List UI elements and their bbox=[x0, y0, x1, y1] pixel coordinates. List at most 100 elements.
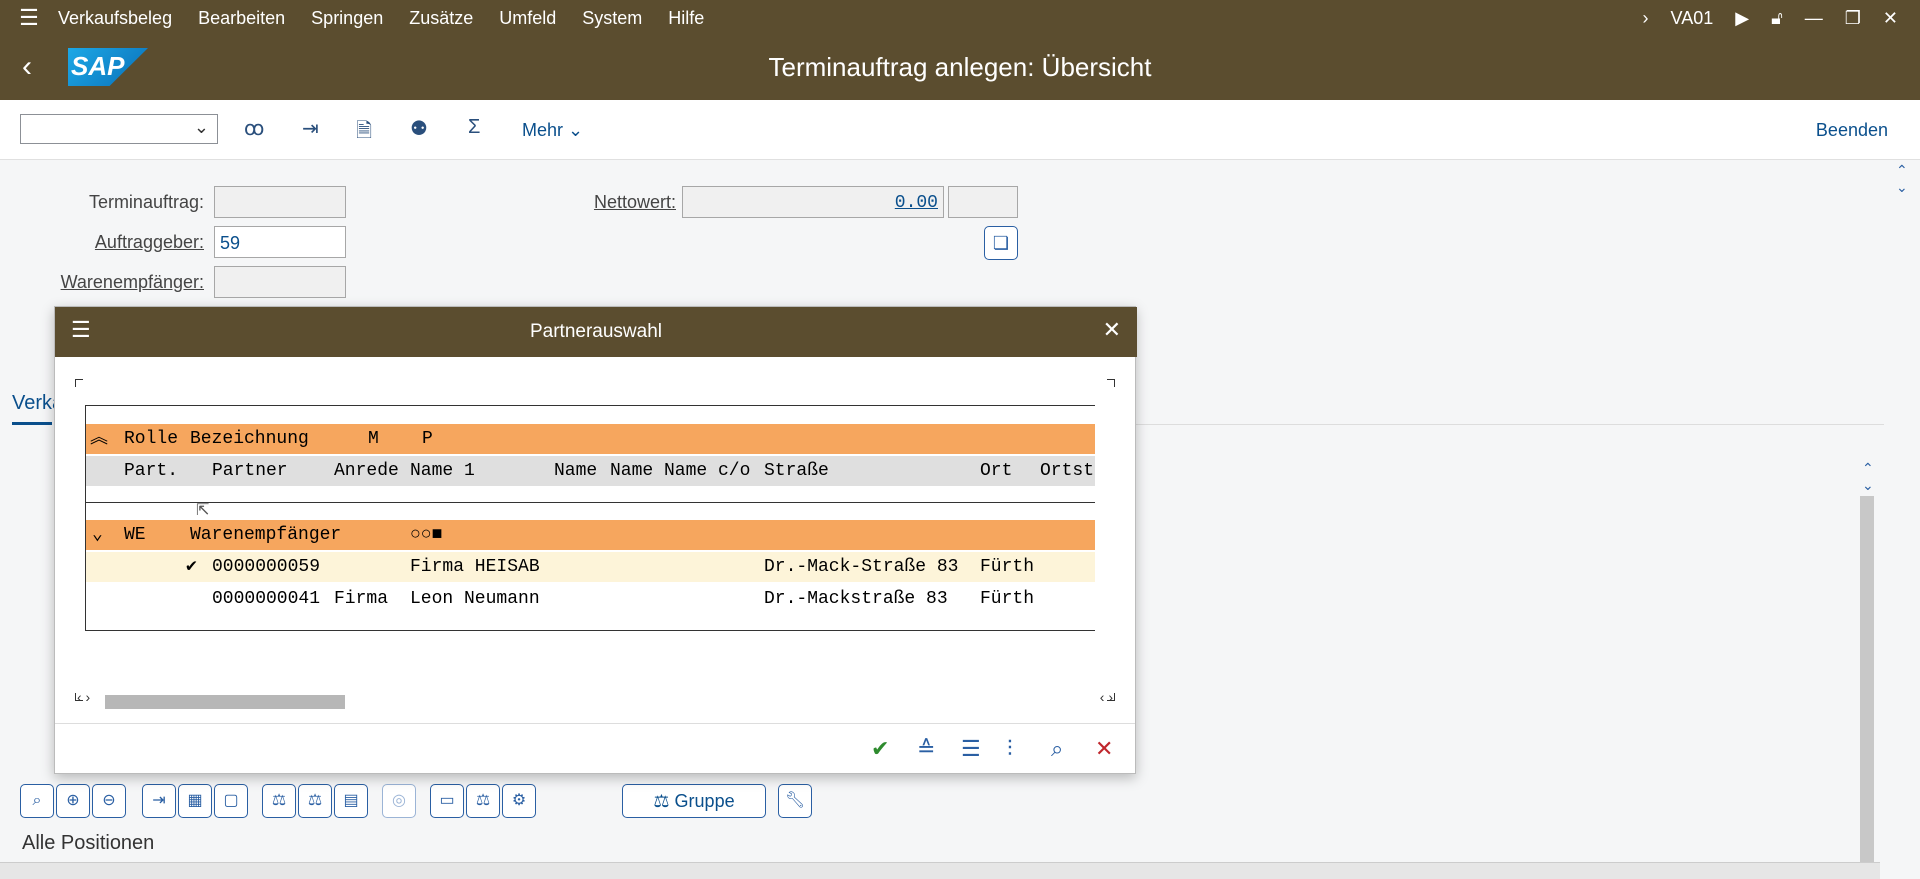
glasses-icon[interactable]: ꝏ bbox=[244, 116, 264, 141]
warenempfaenger-field[interactable] bbox=[214, 266, 346, 298]
col-name1: Name 1 bbox=[410, 461, 475, 481]
display-icon[interactable]: ▭ bbox=[430, 784, 464, 818]
scroll-updown-icon[interactable]: ⌃ ⌄ bbox=[1862, 460, 1874, 494]
nettowert-label: Nettowert: bbox=[593, 192, 676, 212]
condition-multi-icon[interactable]: ⚖ bbox=[298, 784, 332, 818]
indent-icon[interactable]: ⇥ bbox=[142, 784, 176, 818]
sort-icon[interactable]: ⫶ bbox=[1007, 736, 1013, 762]
scroll-left-right-icon[interactable]: ‹ › bbox=[77, 689, 90, 705]
unlock-icon[interactable]: 🔓︎ bbox=[1771, 8, 1783, 29]
close-window-icon[interactable]: ✕ bbox=[1883, 8, 1898, 29]
chevron-down-icon[interactable]: ⌄ bbox=[92, 520, 103, 550]
terminauftrag-field[interactable] bbox=[214, 186, 346, 218]
sum-icon[interactable]: Σ bbox=[468, 116, 480, 139]
menu-system[interactable]: System bbox=[582, 8, 642, 29]
partner-row[interactable]: 0000000041 Firma Leon Neumann Dr.-Mackst… bbox=[86, 584, 1095, 614]
scroll-updown-icon[interactable]: ⌃ ⌄ bbox=[1896, 162, 1908, 196]
command-field[interactable]: ⌄ bbox=[20, 114, 218, 144]
cancel-icon[interactable]: ✕ bbox=[1095, 736, 1113, 762]
chevron-right-icon[interactable]: › bbox=[1643, 8, 1649, 29]
title-bar: ‹ SAP Terminauftrag anlegen: Übersicht bbox=[0, 36, 1920, 100]
currency-field bbox=[948, 186, 1018, 218]
page-title: Terminauftrag anlegen: Übersicht bbox=[768, 52, 1152, 82]
group-row-we[interactable]: ⌄ WE Warenempfänger ○○■ bbox=[86, 520, 1095, 550]
menu-zusaetze[interactable]: Zusätze bbox=[409, 8, 473, 29]
settings-icon[interactable]: ⚙ bbox=[502, 784, 536, 818]
collapse-icon[interactable]: ≙ bbox=[917, 736, 935, 762]
details-icon[interactable]: ⌕ bbox=[20, 784, 54, 818]
menu-springen[interactable]: Springen bbox=[311, 8, 383, 29]
partner-city: Fürth bbox=[980, 589, 1035, 609]
auftraggeber-label: Auftraggeber: bbox=[94, 232, 204, 252]
maximize-icon[interactable]: ❐ bbox=[1845, 8, 1861, 29]
play-icon[interactable]: ▶ bbox=[1735, 8, 1749, 29]
dialog-close-icon[interactable]: ✕ bbox=[1103, 317, 1121, 343]
confirm-icon[interactable]: ✔ bbox=[871, 736, 889, 762]
select-all-icon[interactable]: ▦ bbox=[178, 784, 212, 818]
deselect-all-icon[interactable]: ▢ bbox=[214, 784, 248, 818]
checkmark-icon: ✔ bbox=[186, 557, 197, 577]
collapse-all-icon[interactable]: ︽ bbox=[90, 424, 108, 454]
remove-icon[interactable]: ⊖ bbox=[92, 784, 126, 818]
corner-mark bbox=[1107, 379, 1115, 387]
col-name3: Name bbox=[610, 461, 654, 481]
menu-hilfe[interactable]: Hilfe bbox=[668, 8, 704, 29]
partner-city: Fürth bbox=[980, 557, 1035, 577]
filter-icon[interactable]: ☰ bbox=[961, 736, 981, 762]
transaction-code: VA01 bbox=[1670, 7, 1714, 28]
col-anrede: Anrede bbox=[334, 461, 399, 481]
nettowert-field: 0.00 bbox=[682, 186, 944, 218]
partner-row[interactable]: ✔ 0000000059 Firma HEISAB Dr.-Mack-Straß… bbox=[86, 552, 1095, 582]
add-icon[interactable]: ⊕ bbox=[56, 784, 90, 818]
status-indicator-icon: ○○■ bbox=[410, 525, 443, 545]
scrollbar-thumb[interactable] bbox=[105, 695, 345, 709]
more-label: Mehr bbox=[522, 120, 564, 140]
menu-verkaufsbeleg[interactable]: Verkaufsbeleg bbox=[58, 8, 172, 29]
more-menu[interactable]: Mehr ⌄ bbox=[522, 120, 583, 141]
partner-anrede: Firma bbox=[334, 589, 389, 609]
import-icon[interactable]: ⇥ bbox=[302, 116, 319, 141]
document-search-icon[interactable]: 🗎︎ bbox=[356, 116, 372, 150]
all-positions-label: Alle Positionen bbox=[22, 832, 155, 854]
auftraggeber-field[interactable]: 59 bbox=[214, 226, 346, 258]
col-bezeichnung: Bezeichnung bbox=[190, 429, 309, 449]
end-button[interactable]: Beenden bbox=[1816, 120, 1888, 141]
group-button[interactable]: ⚖ Gruppe bbox=[622, 784, 766, 818]
partner-number: 0000000041 bbox=[212, 589, 321, 609]
chevron-down-icon[interactable]: ⌄ bbox=[194, 117, 209, 138]
scroll-left-right-icon[interactable]: ‹ › bbox=[1100, 689, 1113, 705]
hamburger-menu-icon[interactable]: ☰ bbox=[0, 5, 58, 31]
dialog-header: ☰ Partnerauswahl ✕ bbox=[55, 307, 1137, 357]
partner-name: Firma HEISAB bbox=[410, 557, 540, 577]
menu-bearbeiten[interactable]: Bearbeiten bbox=[198, 8, 285, 29]
group-label: Gruppe bbox=[674, 791, 735, 811]
table-toolbar: ⌕ ⊕ ⊖ ⇥ ▦ ▢ ⚖ ⚖ ▤ ◎ ▭ ⚖ ⚙ ⚖ Gruppe 🔧︎ bbox=[0, 784, 1900, 828]
menu-umfeld[interactable]: Umfeld bbox=[499, 8, 556, 29]
dialog-footer: ✔ ≙ ☰ ⫶ ⌕ ✕ bbox=[55, 723, 1135, 773]
copy-icon[interactable]: ❏ bbox=[984, 226, 1018, 260]
tree-table: ︽ Rolle Bezeichnung M P Part. Partner An… bbox=[85, 405, 1095, 631]
minimize-icon[interactable]: — bbox=[1805, 8, 1823, 29]
partner-selection-dialog: ☰ Partnerauswahl ✕ ︽ Rolle Bezeichnung M… bbox=[54, 306, 1137, 774]
search-icon[interactable]: ⌕ bbox=[1051, 736, 1063, 762]
user-delete-icon[interactable]: ⚉ bbox=[410, 116, 428, 141]
group-code: WE bbox=[124, 525, 146, 545]
partner-street: Dr.-Mackstraße 83 bbox=[764, 589, 948, 609]
col-rolle: Rolle bbox=[124, 429, 179, 449]
col-name-co: Name c/o bbox=[664, 461, 751, 481]
col-p: P bbox=[422, 429, 433, 449]
report-icon[interactable]: ▤ bbox=[334, 784, 368, 818]
condition-icon[interactable]: ⚖ bbox=[262, 784, 296, 818]
horizontal-scrollbar[interactable]: ‹ › ‹ › bbox=[75, 689, 1115, 709]
dialog-title: Partnerauswahl bbox=[529, 321, 663, 342]
positions-table-header bbox=[0, 862, 1880, 879]
separator bbox=[86, 502, 1095, 503]
col-partner: Partner bbox=[212, 461, 288, 481]
disabled-coins-icon: ◎ bbox=[382, 784, 416, 818]
window-controls: › VA01 ▶ 🔓︎ — ❐ ✕ bbox=[1643, 0, 1920, 36]
partner-street: Dr.-Mack-Straße 83 bbox=[764, 557, 959, 577]
wrench-icon[interactable]: 🔧︎ bbox=[778, 784, 812, 818]
group-label: Warenempfänger bbox=[190, 525, 342, 545]
balance-icon[interactable]: ⚖ bbox=[466, 784, 500, 818]
col-part: Part. bbox=[124, 461, 179, 481]
